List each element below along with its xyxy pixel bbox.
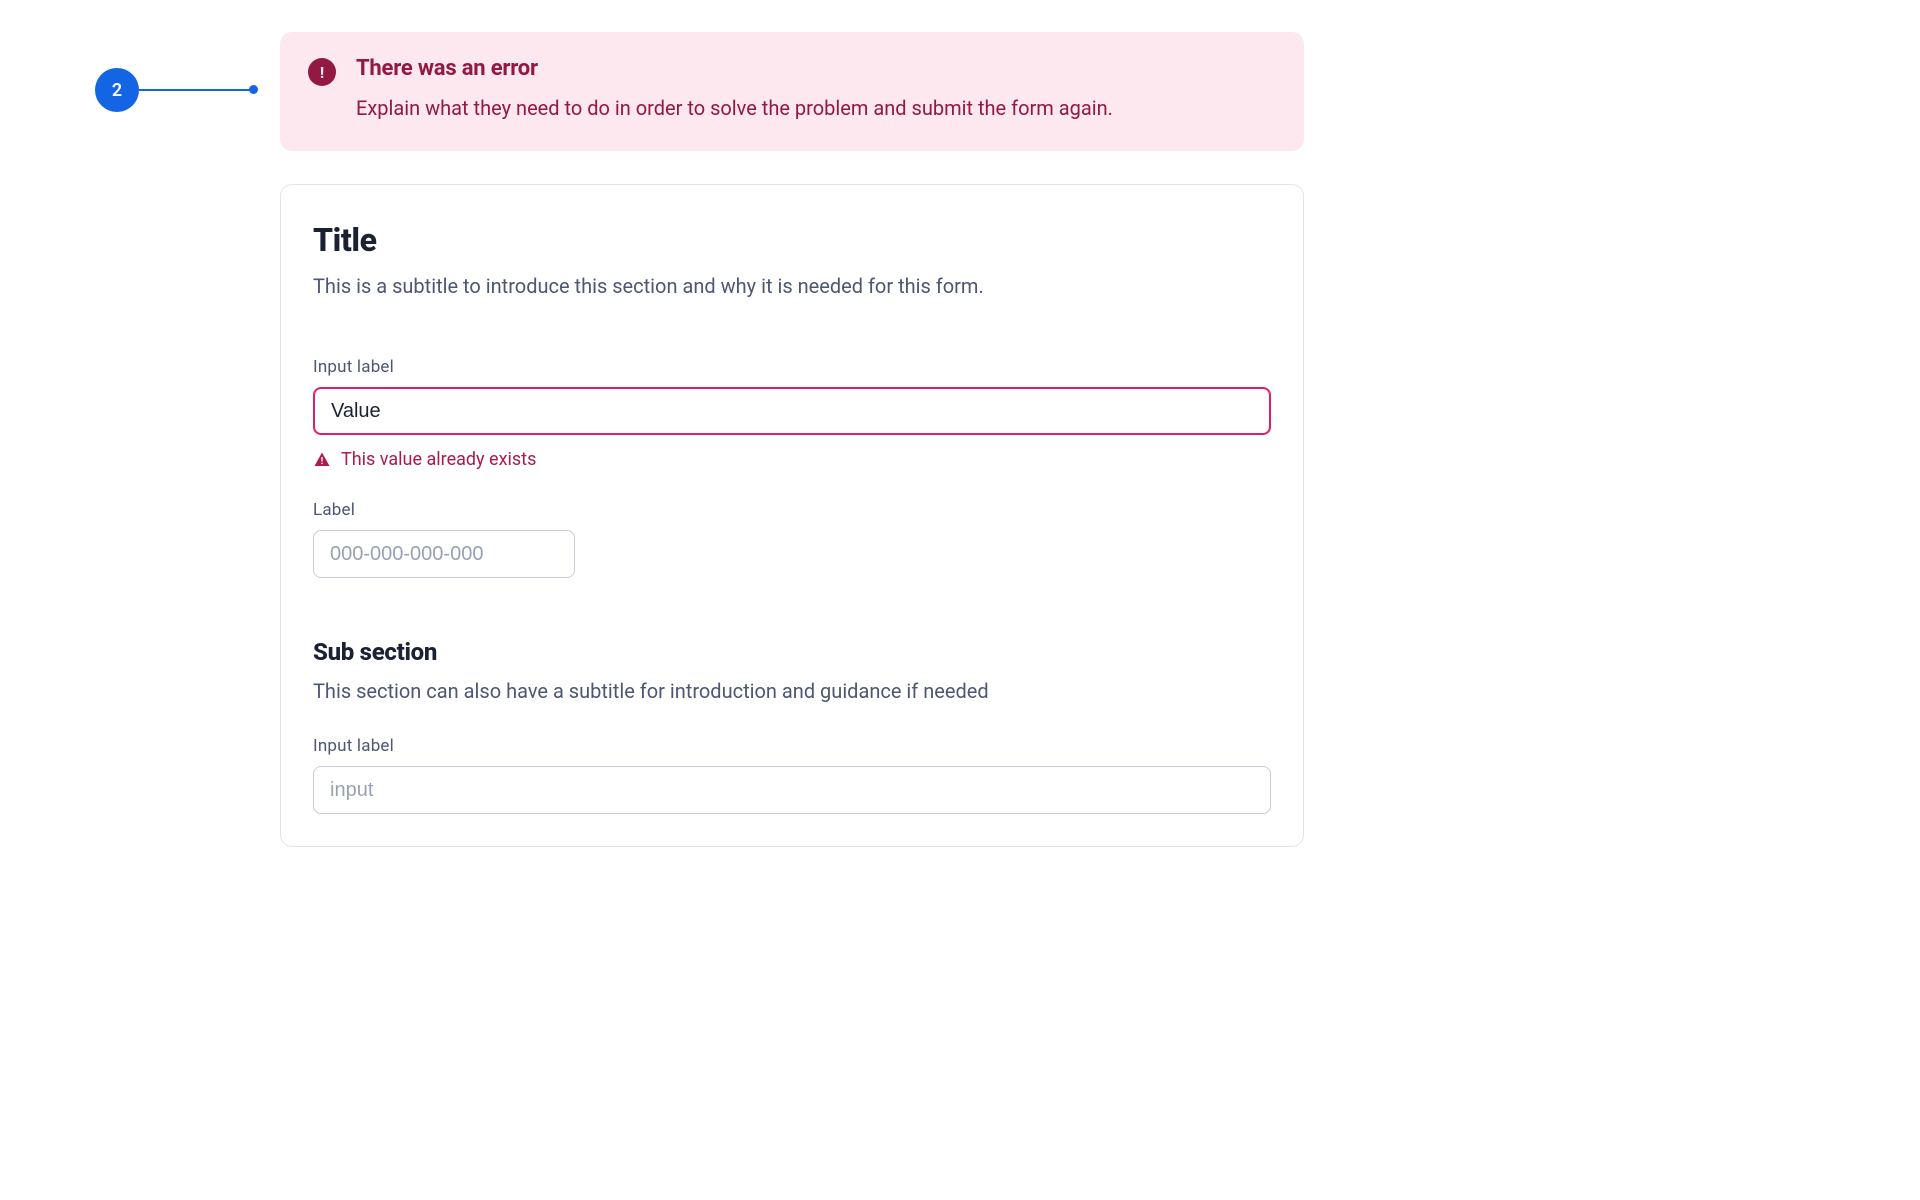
- subsection-title: Sub section: [313, 638, 1271, 666]
- field-1-error: This value already exists: [313, 449, 1271, 470]
- subsection-subtitle: This section can also have a subtitle fo…: [313, 676, 1271, 706]
- field-3-input[interactable]: [313, 766, 1271, 814]
- annotation-connector-dot: [249, 85, 258, 94]
- form-card: Title This is a subtitle to introduce th…: [280, 184, 1304, 847]
- field-1-error-text: This value already exists: [341, 449, 536, 470]
- annotation-badge: 2: [95, 68, 139, 112]
- section-subtitle: This is a subtitle to introduce this sec…: [313, 271, 1271, 301]
- field-group-1: Input label This value already exists: [313, 357, 1271, 470]
- annotation-badge-number: 2: [112, 80, 122, 101]
- field-group-3: Input label: [313, 736, 1271, 814]
- section-title: Title: [313, 221, 1271, 259]
- error-message: Explain what they need to do in order to…: [356, 93, 1113, 123]
- annotation-connector-line: [139, 89, 254, 91]
- field-2-input[interactable]: [313, 530, 575, 578]
- error-title: There was an error: [356, 56, 1113, 81]
- field-group-2: Label: [313, 500, 1271, 578]
- field-1-label: Input label: [313, 357, 1271, 377]
- field-2-label: Label: [313, 500, 1271, 520]
- error-banner: ! There was an error Explain what they n…: [280, 32, 1304, 151]
- field-1-input[interactable]: [313, 387, 1271, 435]
- error-icon: !: [308, 58, 336, 86]
- field-3-label: Input label: [313, 736, 1271, 756]
- error-content: There was an error Explain what they nee…: [356, 56, 1113, 123]
- warning-triangle-icon: [313, 451, 331, 469]
